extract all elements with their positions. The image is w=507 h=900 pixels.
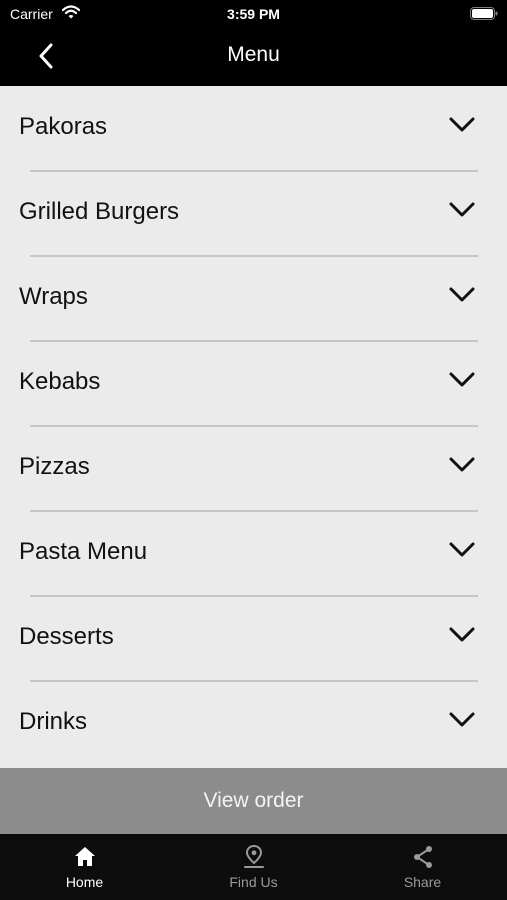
chevron-down-icon — [449, 542, 475, 557]
menu-category-drinks[interactable]: Drinks — [0, 681, 507, 766]
tab-label: Find Us — [229, 874, 278, 890]
tab-label: Share — [403, 874, 442, 890]
tab-share[interactable]: Share — [338, 834, 507, 900]
menu-category-label: Drinks — [19, 708, 88, 735]
status-bar: Carrier 3:59 PM — [0, 0, 507, 30]
menu-category-label: Pizzas — [19, 453, 90, 480]
menu-category-pakoras[interactable]: Pakoras — [0, 86, 507, 172]
chevron-down-icon — [449, 202, 475, 217]
menu-category-label: Pasta Menu — [19, 538, 148, 565]
view-order-button[interactable]: View order — [0, 768, 507, 834]
chevron-down-icon — [449, 457, 475, 472]
page-title: Menu — [227, 43, 280, 66]
menu-category-kebabs[interactable]: Kebabs — [0, 341, 507, 427]
tab-bar: Home Find Us Share — [0, 834, 507, 900]
menu-category-list: Pakoras Grilled Burgers Wraps Kebabs Piz… — [0, 86, 507, 768]
chevron-down-icon — [449, 712, 475, 727]
menu-category-label: Grilled Burgers — [19, 198, 180, 225]
menu-category-label: Kebabs — [19, 368, 101, 395]
menu-category-pizzas[interactable]: Pizzas — [0, 426, 507, 512]
chevron-down-icon — [449, 627, 475, 642]
status-time: 3:59 PM — [227, 6, 280, 22]
menu-category-pasta-menu[interactable]: Pasta Menu — [0, 511, 507, 597]
battery-icon — [470, 7, 498, 20]
chevron-down-icon — [449, 287, 475, 302]
tab-home[interactable]: Home — [0, 834, 169, 900]
menu-category-desserts[interactable]: Desserts — [0, 596, 507, 682]
nav-bar: Menu — [0, 30, 507, 86]
menu-category-grilled-burgers[interactable]: Grilled Burgers — [0, 171, 507, 257]
menu-category-label: Pakoras — [19, 113, 108, 140]
menu-category-label: Wraps — [19, 283, 88, 310]
tab-find-us[interactable]: Find Us — [169, 834, 338, 900]
share-icon — [414, 846, 432, 868]
chevron-down-icon — [449, 372, 475, 387]
chevron-down-icon — [449, 117, 475, 132]
home-icon — [75, 847, 95, 866]
location-pin-icon — [244, 844, 264, 868]
menu-category-label: Desserts — [19, 623, 114, 650]
menu-category-wraps[interactable]: Wraps — [0, 256, 507, 342]
tab-label: Home — [65, 874, 104, 890]
